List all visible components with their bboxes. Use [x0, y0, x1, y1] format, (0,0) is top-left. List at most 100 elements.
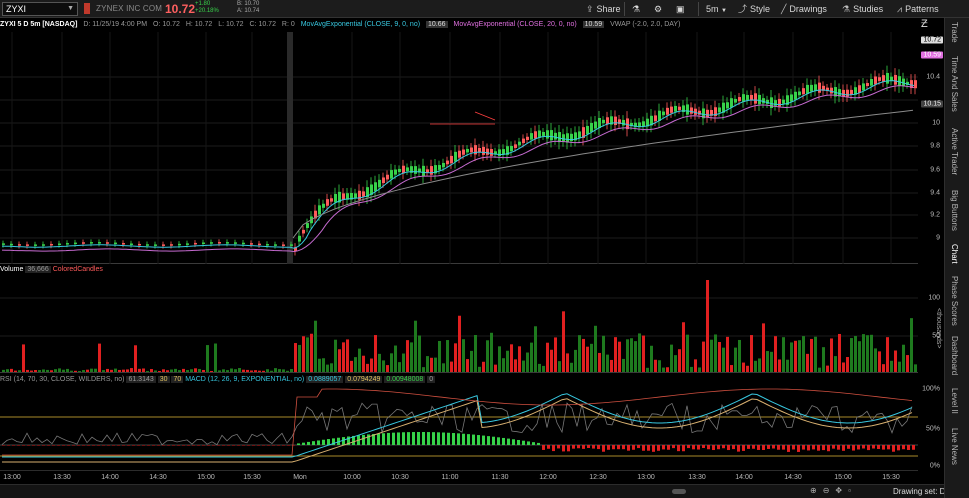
time-tick: 15:00: [197, 474, 215, 481]
rsi-macd-chart[interactable]: [0, 373, 918, 470]
candle-body: [430, 166, 433, 175]
chart-title[interactable]: ZYXI 5 D 5m [NASDAQ]: [0, 21, 77, 28]
macd-histogram-bar: [677, 445, 680, 452]
resize-handle[interactable]: [672, 489, 686, 494]
macd-histogram-bar: [17, 445, 20, 446]
tab-time-and-sales[interactable]: Time And Sales: [950, 56, 959, 112]
volume-bar: [354, 357, 357, 372]
price-axis[interactable]: 10.4 10 9.8 9.6 9.4 9.2 9 10.72 10.59 10…: [918, 32, 944, 264]
patterns-button[interactable]: ⩘ Patterns: [897, 3, 939, 15]
candle-body: [90, 242, 93, 244]
drawings-button[interactable]: ╱ Drawings: [781, 3, 827, 15]
macd-histogram-bar: [872, 445, 875, 449]
macd-histogram-bar: [52, 445, 55, 446]
macd-histogram-bar: [502, 437, 505, 445]
settings-button[interactable]: ⚙: [654, 3, 662, 15]
volume-bar: [906, 355, 909, 372]
volume-bar: [250, 370, 253, 372]
rsi-tick: 100%: [922, 385, 940, 393]
price-chart[interactable]: [0, 32, 918, 264]
colored-candles-label[interactable]: ColoredCandles: [53, 266, 103, 273]
candle-body: [42, 244, 45, 246]
tab-active-trader[interactable]: Active Trader: [950, 128, 959, 175]
chart-controls[interactable]: ⊕⊖✥▫: [810, 486, 857, 495]
share-button[interactable]: ⇪ Share: [586, 3, 621, 15]
candle-body: [202, 242, 205, 244]
symbol-selector[interactable]: ZYXI ▼: [2, 2, 78, 16]
macd-histogram-bar: [912, 445, 915, 450]
vwap-label[interactable]: VWAP (-2.0, 2.0, DAY): [610, 21, 680, 28]
macd-histogram-bar: [527, 441, 530, 445]
tab-level-ii[interactable]: Level II: [950, 388, 959, 414]
style-button[interactable]: ⤴ Style: [738, 3, 770, 15]
volume-bar: [750, 335, 753, 372]
tab-live-news[interactable]: Live News: [950, 428, 959, 465]
volume-bar: [710, 339, 713, 372]
time-axis[interactable]: 13:00 13:30 14:00 14:30 15:00 15:30 Mon 10:00 10…: [0, 470, 918, 484]
volume-bar: [86, 369, 89, 372]
ema20-label[interactable]: MovAvgExponential (CLOSE, 20, 0, no): [453, 21, 576, 28]
macd-line: [2, 393, 913, 458]
volume-bar: [554, 337, 557, 372]
timeframe-button[interactable]: 5m ▼: [706, 3, 727, 17]
tab-chart[interactable]: Chart: [950, 244, 959, 264]
volume-bar: [238, 368, 241, 372]
macd-histogram-bar: [277, 445, 280, 446]
volume-bar: [870, 334, 873, 372]
candle-body: [802, 88, 805, 95]
rsi-macd-pane[interactable]: RSI (14, 70, 30, CLOSE, WILDERS, no) 61.…: [0, 373, 918, 470]
flask-icon: ⚗: [632, 4, 641, 14]
volume-label[interactable]: Volume: [0, 266, 23, 273]
candle-body: [758, 94, 761, 105]
volume-bar: [298, 344, 301, 372]
rsi-header: RSI (14, 70, 30, CLOSE, WILDERS, no) 61.…: [0, 375, 436, 385]
rsi-label[interactable]: RSI (14, 70, 30, CLOSE, WILDERS, no): [0, 376, 125, 383]
tab-dashboard[interactable]: Dashboard: [950, 336, 959, 375]
macd-histogram-bar: [737, 445, 740, 452]
zoom-icon[interactable]: Ƶ: [921, 18, 928, 30]
candle-body: [914, 80, 917, 89]
rsi-overbought: 30: [157, 376, 170, 383]
volume-bar: [882, 364, 885, 372]
price-pane[interactable]: [0, 32, 918, 264]
volume-axis[interactable]: 100 50 <thousands>: [918, 264, 944, 373]
candle-body: [318, 205, 321, 215]
volume-bar: [594, 325, 597, 372]
volume-bar: [450, 361, 453, 372]
volume-bar: [838, 333, 841, 372]
volume-bar: [154, 370, 157, 372]
symbol-text[interactable]: ZYXI: [6, 4, 26, 14]
macd-histogram-bar: [522, 440, 525, 445]
tab-big-buttons[interactable]: Big Buttons: [950, 190, 959, 231]
tab-phase-scores[interactable]: Phase Scores: [950, 276, 959, 326]
candle-body: [602, 119, 605, 124]
volume-bar: [598, 352, 601, 372]
chevron-down-icon[interactable]: ▼: [67, 3, 74, 15]
macd-histogram-bar: [562, 445, 565, 452]
macd-histogram-bar: [207, 445, 210, 446]
studies-button[interactable]: ⚗ Studies: [842, 3, 883, 15]
candle-body: [250, 243, 253, 245]
candle-body: [242, 242, 245, 245]
volume-bar: [118, 369, 121, 372]
rsi-axis[interactable]: 100% 50% 0%: [918, 373, 944, 470]
ema9-label[interactable]: MovAvgExponential (CLOSE, 9, 0, no): [301, 21, 420, 28]
candle-body: [122, 243, 125, 245]
screenshot-button[interactable]: ▣: [676, 3, 685, 15]
volume-bar: [506, 350, 509, 372]
tab-trade[interactable]: Trade: [950, 22, 959, 43]
volume-bar: [82, 370, 85, 372]
volume-chart[interactable]: [0, 264, 918, 373]
volume-pane[interactable]: Volume 36,666 ColoredCandles: [0, 264, 918, 373]
company-name: ZYNEX INC COM: [96, 4, 163, 13]
macd-label[interactable]: MACD (12, 26, 9, EXPONENTIAL, no): [185, 376, 304, 383]
candle-body: [298, 235, 301, 242]
macd-histogram-bar: [907, 445, 910, 450]
volume-bar: [322, 358, 325, 372]
flask-button[interactable]: ⚗: [632, 3, 640, 15]
volume-bar: [778, 359, 781, 372]
link-flag-icon[interactable]: [84, 3, 90, 14]
macd-histogram-bar: [482, 435, 485, 445]
candle-body: [882, 75, 885, 82]
macd-histogram-bar: [157, 445, 160, 446]
